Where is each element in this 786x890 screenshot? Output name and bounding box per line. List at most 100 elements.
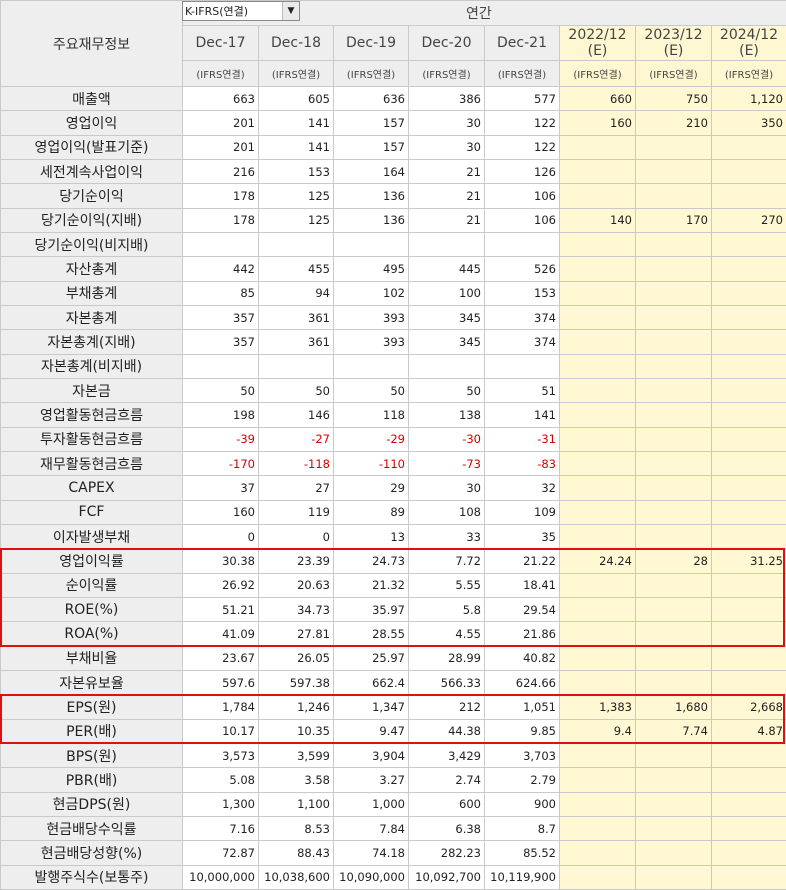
table-cell: 157 bbox=[334, 135, 409, 159]
table-cell bbox=[636, 865, 712, 889]
accounting-standard-select[interactable]: K-IFRS(연결) ▼ bbox=[182, 1, 300, 21]
table-row: 당기순이익(지배)17812513621106140170270 bbox=[1, 208, 786, 232]
table-cell: 29 bbox=[334, 476, 409, 500]
table-cell: 153 bbox=[259, 159, 334, 183]
table-cell: 386 bbox=[409, 87, 485, 111]
table-cell: 10,000,000 bbox=[183, 865, 259, 889]
table-cell bbox=[712, 524, 786, 548]
table-cell bbox=[712, 354, 786, 378]
table-cell: 374 bbox=[485, 305, 560, 329]
row-label: 영업이익 bbox=[1, 111, 183, 135]
table-cell: 10,092,700 bbox=[409, 865, 485, 889]
table-cell: 108 bbox=[409, 500, 485, 524]
table-cell: 1,300 bbox=[183, 792, 259, 816]
row-label: FCF bbox=[1, 500, 183, 524]
column-basis-header: (IFRS연결) bbox=[183, 61, 259, 87]
table-cell: 8.7 bbox=[485, 816, 560, 840]
table-cell: 30 bbox=[409, 111, 485, 135]
table-cell: 4.55 bbox=[409, 622, 485, 646]
table-cell: 663 bbox=[183, 87, 259, 111]
table-row: ROA(%)41.0927.8128.554.5521.86 bbox=[1, 622, 786, 646]
table-cell: 7.74 bbox=[636, 719, 712, 743]
table-row: FCF16011989108109 bbox=[1, 500, 786, 524]
table-cell: 153 bbox=[485, 281, 560, 305]
table-cell: -30 bbox=[409, 427, 485, 451]
table-row: 현금배당수익률7.168.537.846.388.7 bbox=[1, 816, 786, 840]
table-cell bbox=[636, 816, 712, 840]
table-cell: 178 bbox=[183, 208, 259, 232]
table-cell: 393 bbox=[334, 330, 409, 354]
table-cell: 160 bbox=[183, 500, 259, 524]
table-cell: 270 bbox=[712, 208, 786, 232]
table-cell bbox=[636, 597, 712, 621]
table-cell: 26.92 bbox=[183, 573, 259, 597]
table-cell: 7.84 bbox=[334, 816, 409, 840]
table-cell: 5.55 bbox=[409, 573, 485, 597]
table-cell: -27 bbox=[259, 427, 334, 451]
table-cell bbox=[636, 743, 712, 767]
table-cell: 100 bbox=[409, 281, 485, 305]
table-cell bbox=[560, 184, 636, 208]
row-label: 당기순이익(지배) bbox=[1, 208, 183, 232]
table-cell: 1,246 bbox=[259, 695, 334, 719]
table-cell: 750 bbox=[636, 87, 712, 111]
table-cell bbox=[712, 427, 786, 451]
table-cell: 210 bbox=[636, 111, 712, 135]
table-cell bbox=[636, 646, 712, 670]
table-cell: 526 bbox=[485, 257, 560, 281]
table-cell bbox=[560, 451, 636, 475]
table-cell bbox=[636, 232, 712, 256]
table-cell: 119 bbox=[259, 500, 334, 524]
row-label: 현금배당수익률 bbox=[1, 816, 183, 840]
column-basis-header: (IFRS연결) bbox=[409, 61, 485, 87]
table-cell: 566.33 bbox=[409, 670, 485, 694]
table-cell bbox=[560, 792, 636, 816]
table-cell: 125 bbox=[259, 208, 334, 232]
table-cell: 577 bbox=[485, 87, 560, 111]
table-cell: 624.66 bbox=[485, 670, 560, 694]
table-cell bbox=[712, 816, 786, 840]
table-cell: 50 bbox=[334, 378, 409, 402]
table-cell bbox=[712, 476, 786, 500]
table-cell: 160 bbox=[560, 111, 636, 135]
table-cell: 26.05 bbox=[259, 646, 334, 670]
table-row: CAPEX3727293032 bbox=[1, 476, 786, 500]
table-cell: 3,429 bbox=[409, 743, 485, 767]
table-cell: 118 bbox=[334, 403, 409, 427]
table-cell: 9.85 bbox=[485, 719, 560, 743]
column-year-header: Dec-19 bbox=[334, 26, 409, 61]
table-cell bbox=[712, 330, 786, 354]
column-basis-header: (IFRS연결) bbox=[636, 61, 712, 87]
table-cell: 122 bbox=[485, 135, 560, 159]
table-cell: 50 bbox=[409, 378, 485, 402]
table-cell: 662.4 bbox=[334, 670, 409, 694]
table-cell: 30 bbox=[409, 135, 485, 159]
table-cell: 28 bbox=[636, 549, 712, 573]
table-cell: 29.54 bbox=[485, 597, 560, 621]
column-year-header: Dec-20 bbox=[409, 26, 485, 61]
chevron-down-icon[interactable]: ▼ bbox=[282, 2, 299, 20]
row-label: 자본총계 bbox=[1, 305, 183, 329]
table-cell: -31 bbox=[485, 427, 560, 451]
table-cell: -39 bbox=[183, 427, 259, 451]
table-cell: 2.74 bbox=[409, 768, 485, 792]
column-basis-header: (IFRS연결) bbox=[712, 61, 786, 87]
row-label: PBR(배) bbox=[1, 768, 183, 792]
table-cell bbox=[712, 865, 786, 889]
table-row: 당기순이익(비지배) bbox=[1, 232, 786, 256]
table-cell bbox=[334, 232, 409, 256]
row-label: 당기순이익 bbox=[1, 184, 183, 208]
table-cell bbox=[636, 841, 712, 865]
table-cell bbox=[636, 184, 712, 208]
table-cell: 2.79 bbox=[485, 768, 560, 792]
table-cell: 32 bbox=[485, 476, 560, 500]
table-cell bbox=[485, 354, 560, 378]
table-cell: 37 bbox=[183, 476, 259, 500]
row-label: 자본총계(비지배) bbox=[1, 354, 183, 378]
table-cell: 28.99 bbox=[409, 646, 485, 670]
table-cell: 1,051 bbox=[485, 695, 560, 719]
row-label: 자본총계(지배) bbox=[1, 330, 183, 354]
table-row: 재무활동현금흐름-170-118-110-73-83 bbox=[1, 451, 786, 475]
column-basis-header: (IFRS연결) bbox=[259, 61, 334, 87]
table-cell: 157 bbox=[334, 111, 409, 135]
